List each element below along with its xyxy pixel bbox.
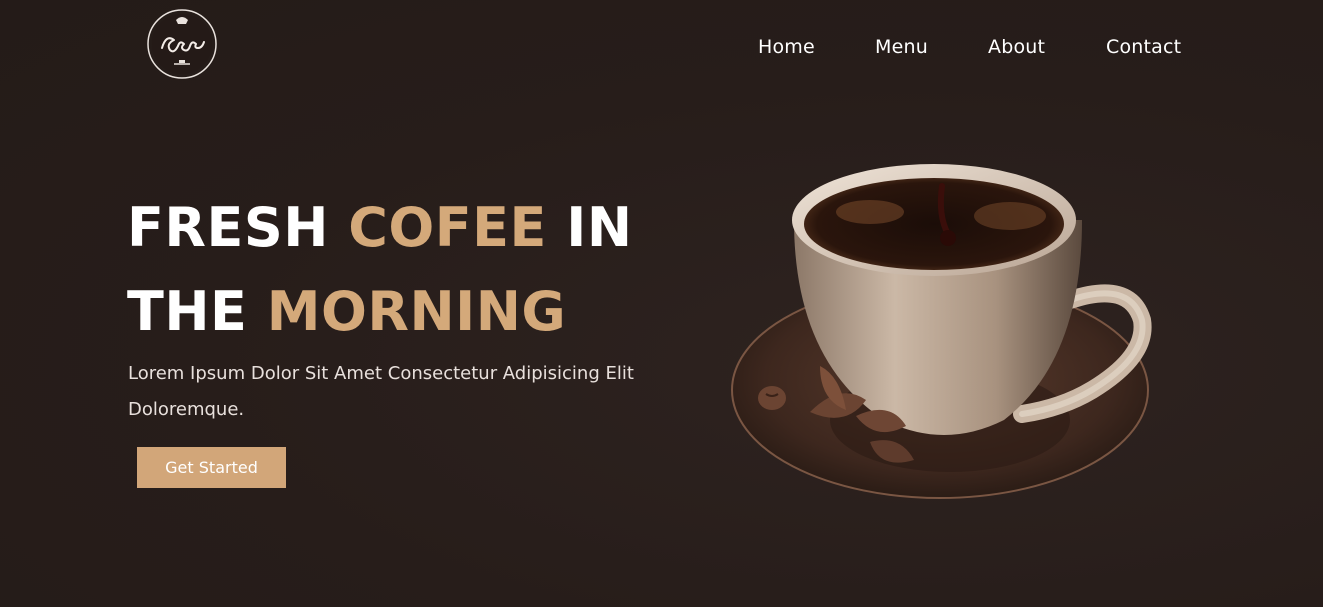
landing-page: Home Menu About Contact FRESH COFEE IN TH… — [0, 0, 1323, 607]
nav-menu-link[interactable]: Menu — [875, 36, 928, 58]
hero-title-part2: IN — [546, 196, 633, 259]
coffee-logo-icon — [147, 9, 217, 79]
hero-title-accent-morning: MORNING — [266, 280, 567, 343]
main-nav: Home Menu About Contact — [736, 36, 1196, 64]
hero-subtitle: Lorem Ipsum Dolor Sit Amet Consectetur A… — [128, 363, 634, 420]
site-logo[interactable] — [146, 8, 218, 80]
hero-title-part3: THE — [127, 280, 267, 343]
coffee-cup-icon — [731, 164, 1152, 499]
hero-title-part1: FRESH — [127, 196, 349, 259]
nav-home-link[interactable]: Home — [758, 36, 815, 58]
nav-about-link[interactable]: About — [988, 36, 1045, 58]
nav-contact-link[interactable]: Contact — [1106, 36, 1181, 58]
coffee-cup-image — [720, 150, 1160, 520]
hero-title: FRESH COFEE IN THE MORNING — [127, 186, 687, 354]
get-started-button[interactable]: Get Started — [137, 447, 286, 488]
hero-title-accent-coffee: COFEE — [348, 196, 547, 259]
